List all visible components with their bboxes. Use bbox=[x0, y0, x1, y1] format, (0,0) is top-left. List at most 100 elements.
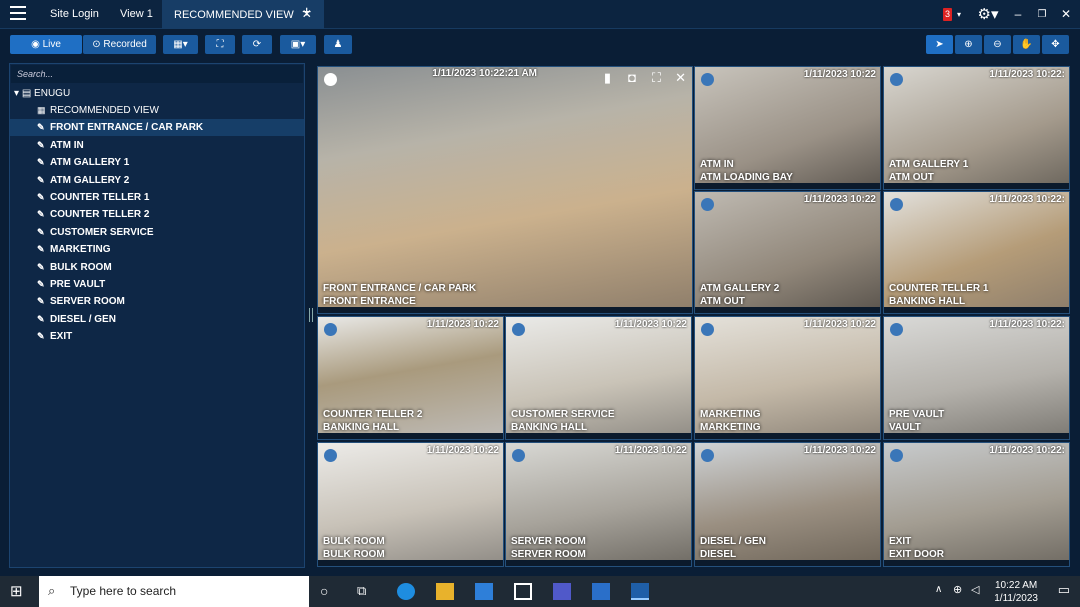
select-icon[interactable] bbox=[890, 323, 903, 336]
select-icon[interactable] bbox=[324, 449, 337, 462]
tab-view-1[interactable]: View 1 bbox=[108, 0, 165, 29]
select-icon[interactable] bbox=[701, 73, 714, 86]
chevron-down-icon[interactable]: ▾ bbox=[954, 0, 964, 29]
store-icon[interactable] bbox=[475, 583, 493, 600]
gear-icon[interactable]: ⚙▾ bbox=[975, 0, 1001, 29]
tree-item[interactable]: ✎ PRE VAULT bbox=[10, 276, 304, 293]
refresh-button[interactable]: ⟳ bbox=[242, 35, 272, 54]
select-icon[interactable] bbox=[512, 449, 525, 462]
select-icon[interactable] bbox=[890, 73, 903, 86]
tab-recommended-view[interactable]: RECOMMENDED VIEW ✕ bbox=[162, 0, 324, 29]
camera-tile[interactable]: 1/11/2023 10:22: ATM GALLERY 1 ATM OUT bbox=[883, 66, 1070, 190]
camera-tile[interactable]: 1/11/2023 10:22 ATM IN ATM LOADING BAY bbox=[694, 66, 881, 190]
timestamp: 1/11/2023 10:22 bbox=[803, 69, 876, 80]
select-icon[interactable] bbox=[890, 198, 903, 211]
tree-item[interactable]: ✎ COUNTER TELLER 2 bbox=[10, 206, 304, 223]
move-button[interactable]: ✥ bbox=[1042, 35, 1069, 54]
cortana-icon[interactable]: ○ bbox=[320, 583, 338, 600]
camera-tile[interactable]: 1/11/2023 10:22 MARKETING MARKETING bbox=[694, 316, 881, 440]
bookmark-icon[interactable]: ▮ bbox=[604, 71, 611, 84]
camera-tile[interactable]: 1/11/2023 10:22 DIESEL / GEN DIESEL bbox=[694, 442, 881, 567]
close-icon[interactable]: ✕ bbox=[675, 71, 686, 84]
expand-icon[interactable]: ▾ bbox=[14, 88, 22, 99]
zoom-out-button[interactable]: ⊖ bbox=[984, 35, 1011, 54]
edge-icon[interactable] bbox=[397, 583, 415, 600]
tree-item[interactable]: ✎ MARKETING bbox=[10, 241, 304, 258]
tile-status-bar bbox=[884, 183, 1069, 189]
tree-item[interactable]: ✎ SERVER ROOM bbox=[10, 293, 304, 310]
tree-item[interactable]: ✎ DIESEL / GEN bbox=[10, 311, 304, 328]
user-add-button[interactable]: ♟ bbox=[324, 35, 352, 54]
select-icon[interactable] bbox=[324, 73, 337, 86]
notification-badge[interactable]: 3 bbox=[943, 8, 952, 21]
tree-item[interactable]: ✎ EXIT bbox=[10, 328, 304, 345]
select-icon[interactable] bbox=[701, 449, 714, 462]
save-icon: ▣▾ bbox=[290, 39, 306, 50]
save-button[interactable]: ▣▾ bbox=[280, 35, 316, 54]
select-icon[interactable] bbox=[324, 323, 337, 336]
vms-app-icon[interactable] bbox=[631, 583, 649, 600]
tree-item[interactable]: ✎ FRONT ENTRANCE / CAR PARK bbox=[10, 119, 304, 137]
menu-icon[interactable] bbox=[10, 6, 26, 20]
minimize-icon[interactable]: – bbox=[1010, 0, 1026, 29]
fullscreen-icon[interactable]: ⛶ bbox=[652, 71, 661, 84]
pan-button[interactable]: ✋ bbox=[1013, 35, 1040, 54]
tree-root[interactable]: ▾ ▤ ENUGU bbox=[14, 88, 70, 99]
taskbar-search-input[interactable]: Type here to search bbox=[39, 576, 309, 607]
select-icon[interactable] bbox=[701, 198, 714, 211]
taskbar-clock[interactable]: 10:22 AM 1/11/2023 bbox=[994, 579, 1038, 605]
teams-icon[interactable] bbox=[553, 583, 571, 600]
camera-tile[interactable]: 1/11/2023 10:22:21 AM ▮ ◘ ⛶ ✕ FRONT ENTRANCE … bbox=[317, 66, 693, 314]
camera-tile[interactable]: 1/11/2023 10:22: PRE VAULT VAULT bbox=[883, 316, 1070, 440]
camera-feed bbox=[695, 443, 880, 566]
zoom-in-icon: ⊕ bbox=[964, 39, 973, 50]
tree-item-label: MARKETING bbox=[50, 244, 111, 256]
live-button[interactable]: ◉ Live bbox=[10, 35, 82, 54]
camera-tile[interactable]: 1/11/2023 10:22 BULK ROOM BULK ROOM bbox=[317, 442, 504, 567]
pointer-button[interactable]: ➤ bbox=[926, 35, 953, 54]
restore-icon[interactable]: ❐ bbox=[1034, 0, 1050, 29]
task-view-icon[interactable]: ⧉ bbox=[357, 583, 375, 600]
tree-item[interactable]: ✎ COUNTER TELLER 1 bbox=[10, 189, 304, 206]
windows-start-icon[interactable]: ⊞ bbox=[10, 583, 28, 600]
splitter-handle[interactable] bbox=[309, 308, 313, 322]
tree-item[interactable]: ✎ CUSTOMER SERVICE bbox=[10, 224, 304, 241]
select-icon[interactable] bbox=[701, 323, 714, 336]
camera-icon: ✎ bbox=[37, 192, 45, 202]
camera-tile[interactable]: 1/11/2023 10:22 SERVER ROOM SERVER ROOM bbox=[505, 442, 692, 567]
recorded-button[interactable]: ⊙ Recorded bbox=[83, 35, 156, 54]
select-icon[interactable] bbox=[890, 449, 903, 462]
tile-status-bar bbox=[695, 307, 880, 313]
snapshot-icon[interactable]: ◘ bbox=[628, 71, 636, 84]
select-icon[interactable] bbox=[512, 323, 525, 336]
network-icon[interactable]: ⊕ bbox=[953, 583, 962, 596]
app-icon[interactable] bbox=[592, 583, 610, 600]
file-explorer-icon[interactable] bbox=[436, 583, 454, 600]
zoom-in-button[interactable]: ⊕ bbox=[955, 35, 982, 54]
tab-label: Site Login bbox=[50, 8, 99, 20]
tile-status-bar bbox=[884, 560, 1069, 566]
volume-icon[interactable]: ◁ bbox=[971, 583, 979, 596]
tree-item[interactable]: ✎ ATM GALLERY 2 bbox=[10, 172, 304, 189]
search-input[interactable]: Search... bbox=[11, 65, 303, 83]
add-tab-icon[interactable]: + bbox=[302, 5, 311, 21]
tab-site-login[interactable]: Site Login bbox=[38, 0, 111, 29]
layout-grid-button[interactable]: ▦▾ bbox=[163, 35, 198, 54]
tree-item[interactable]: ✎ BULK ROOM bbox=[10, 259, 304, 276]
chevron-up-icon[interactable]: ∧ bbox=[935, 584, 942, 595]
notification-center-icon[interactable]: ▭ bbox=[1058, 582, 1070, 598]
tree-item[interactable]: ✎ ATM GALLERY 1 bbox=[10, 154, 304, 171]
close-window-icon[interactable]: ✕ bbox=[1058, 0, 1074, 29]
camera-tile[interactable]: 1/11/2023 10:22: EXIT EXIT DOOR bbox=[883, 442, 1070, 567]
mail-icon[interactable] bbox=[514, 583, 532, 600]
camera-tile[interactable]: 1/11/2023 10:22 ATM GALLERY 2 ATM OUT bbox=[694, 191, 881, 314]
tree-item[interactable]: ✎ ATM IN bbox=[10, 137, 304, 154]
fullscreen-button[interactable]: ⛶ bbox=[205, 35, 235, 54]
camera-name: FRONT ENTRANCE / CAR PARK bbox=[323, 283, 477, 294]
camera-tile[interactable]: 1/11/2023 10:22 CUSTOMER SERVICE BANKING H… bbox=[505, 316, 692, 440]
camera-tile[interactable]: 1/11/2023 10:22: COUNTER TELLER 1 BANKING … bbox=[883, 191, 1070, 314]
taskbar: ⊞ Type here to search ⌕ ○ ⧉ ∧ ⊕ ◁ 10:22 … bbox=[0, 576, 1080, 607]
camera-tile[interactable]: 1/11/2023 10:22 COUNTER TELLER 2 BANKING H… bbox=[317, 316, 504, 440]
tree-item[interactable]: ▦ RECOMMENDED VIEW bbox=[10, 102, 304, 119]
camera-location: ATM OUT bbox=[700, 296, 745, 307]
